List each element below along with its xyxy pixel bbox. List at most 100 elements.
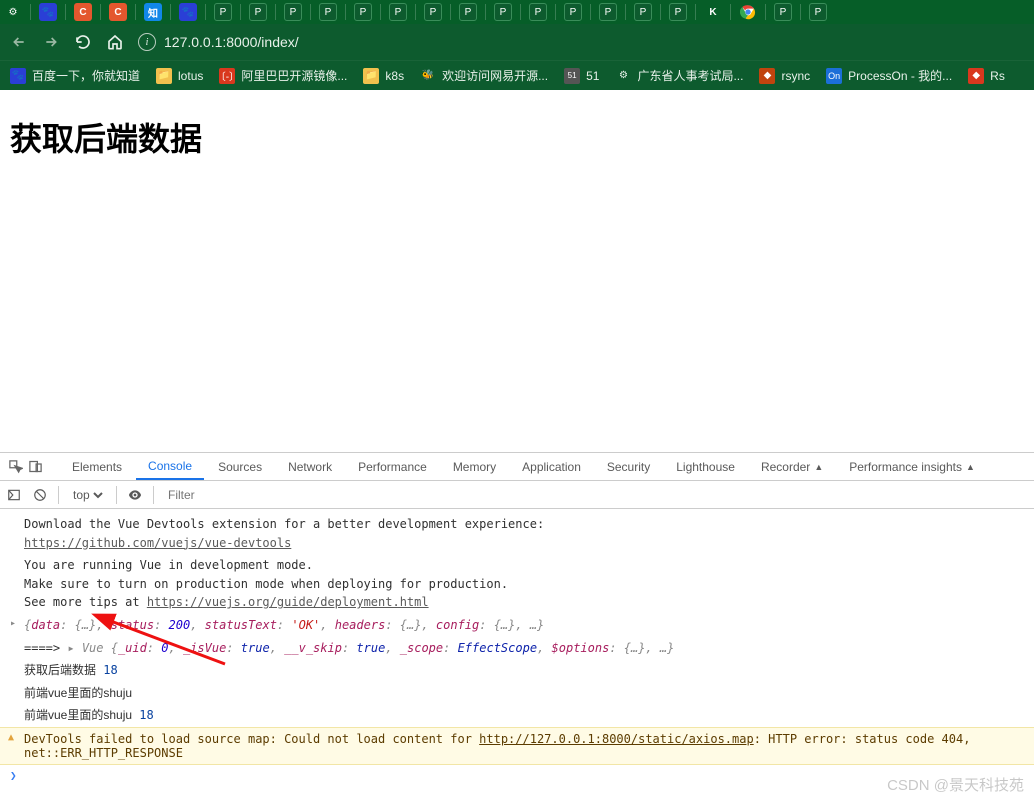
bookmark-k8s[interactable]: 📁k8s xyxy=(363,68,404,84)
console-link[interactable]: http://127.0.0.1:8000/static/axios.map xyxy=(479,732,754,746)
window-tab-strip: ⚙ 🐾 C C 知 🐾 P P P P P P P P P P P P P P … xyxy=(0,0,1034,24)
tab-performance[interactable]: Performance xyxy=(346,454,439,480)
toggle-sidebar-icon[interactable] xyxy=(6,487,22,503)
back-button[interactable] xyxy=(10,33,28,51)
console-message: Download the Vue Devtools extension for … xyxy=(0,513,1034,554)
bookmark-label: Rs xyxy=(990,69,1005,83)
bookmark-netease[interactable]: 🐝欢迎访问网易开源... xyxy=(420,67,548,84)
tab-lighthouse[interactable]: Lighthouse xyxy=(664,454,747,480)
home-button[interactable] xyxy=(106,33,124,51)
divider xyxy=(100,4,101,20)
page-content: 获取后端数据 xyxy=(0,90,1034,452)
tab-security[interactable]: Security xyxy=(595,454,662,480)
context-selector[interactable]: top xyxy=(69,487,106,503)
k-icon[interactable]: K xyxy=(704,3,722,21)
page-heading: 获取后端数据 xyxy=(10,114,1024,160)
divider xyxy=(380,4,381,20)
divider xyxy=(170,4,171,20)
site-info-icon[interactable]: i xyxy=(138,33,156,51)
pycharm-icon[interactable]: P xyxy=(774,3,792,21)
folder-icon: 📁 xyxy=(156,68,172,84)
watermark-text: CSDN @景天科技苑 xyxy=(887,774,1024,795)
bookmarks-bar: 🐾百度一下，你就知道 📁 lotus 〔-〕阿里巴巴开源镜像... 📁k8s 🐝欢… xyxy=(0,60,1034,90)
device-toolbar-icon[interactable] xyxy=(26,458,44,476)
baidu-icon[interactable]: 🐾 xyxy=(179,3,197,21)
console-output: Download the Vue Devtools extension for … xyxy=(0,509,1034,788)
tab-application[interactable]: Application xyxy=(510,454,593,480)
divider xyxy=(590,4,591,20)
live-expression-icon[interactable] xyxy=(127,487,143,503)
tab-perf-insights[interactable]: Performance insights▲ xyxy=(837,454,987,480)
forward-button[interactable] xyxy=(42,33,60,51)
baidu-icon: 🐾 xyxy=(10,68,26,84)
tab-memory[interactable]: Memory xyxy=(441,454,508,480)
tab-recorder[interactable]: Recorder▲ xyxy=(749,454,835,480)
bookmark-label: 广东省人事考试局... xyxy=(637,67,743,84)
pycharm-icon[interactable]: P xyxy=(599,3,617,21)
zhihu-icon[interactable]: 知 xyxy=(144,3,162,21)
bookmark-rs[interactable]: ◆Rs xyxy=(968,68,1005,84)
tab-console[interactable]: Console xyxy=(136,454,204,480)
divider xyxy=(800,4,801,20)
bookmark-processon[interactable]: OnProcessOn - 我的... xyxy=(826,67,952,84)
bookmark-label: 阿里巴巴开源镜像... xyxy=(241,67,347,84)
divider xyxy=(58,486,59,504)
tab-network[interactable]: Network xyxy=(276,454,344,480)
pycharm-icon[interactable]: P xyxy=(249,3,267,21)
pycharm-icon[interactable]: P xyxy=(424,3,442,21)
divider xyxy=(520,4,521,20)
pycharm-icon[interactable]: P xyxy=(564,3,582,21)
pycharm-icon[interactable]: P xyxy=(319,3,337,21)
divider xyxy=(450,4,451,20)
beta-icon: ▲ xyxy=(814,462,823,472)
tab-sources[interactable]: Sources xyxy=(206,454,274,480)
pycharm-icon[interactable]: P xyxy=(529,3,547,21)
console-object[interactable]: ====> ▸ Vue {_uid: 0, _isVue: true, __v_… xyxy=(0,637,1034,660)
divider xyxy=(765,4,766,20)
pycharm-icon[interactable]: P xyxy=(669,3,687,21)
bookmark-lotus[interactable]: 📁 lotus xyxy=(156,68,203,84)
inspect-element-icon[interactable] xyxy=(6,458,24,476)
csdn-icon[interactable]: C xyxy=(74,3,92,21)
pycharm-icon[interactable]: P xyxy=(494,3,512,21)
divider xyxy=(116,486,117,504)
pycharm-icon[interactable]: P xyxy=(459,3,477,21)
pycharm-icon[interactable]: P xyxy=(354,3,372,21)
divider xyxy=(555,4,556,20)
divider xyxy=(730,4,731,20)
divider xyxy=(240,4,241,20)
address-bar[interactable]: i 127.0.0.1:8000/index/ xyxy=(138,33,299,51)
console-log: 获取后端数据 18 xyxy=(0,659,1034,682)
bookmark-aliyun[interactable]: 〔-〕阿里巴巴开源镜像... xyxy=(219,67,347,84)
pycharm-icon[interactable]: P xyxy=(809,3,827,21)
divider xyxy=(205,4,206,20)
browser-nav-bar: i 127.0.0.1:8000/index/ xyxy=(0,24,1034,60)
chrome-icon[interactable] xyxy=(739,3,757,21)
url-text: 127.0.0.1:8000/index/ xyxy=(164,34,299,50)
clear-console-icon[interactable] xyxy=(32,487,48,503)
folder-icon: 📁 xyxy=(363,68,379,84)
rsync-icon: ◆ xyxy=(759,68,775,84)
csdn-icon[interactable]: C xyxy=(109,3,127,21)
filter-input[interactable] xyxy=(164,486,364,504)
bee-icon: 🐝 xyxy=(420,68,436,84)
pycharm-icon[interactable]: P xyxy=(634,3,652,21)
tab-elements[interactable]: Elements xyxy=(60,454,134,480)
pycharm-icon[interactable]: P xyxy=(284,3,302,21)
bookmark-baidu[interactable]: 🐾百度一下，你就知道 xyxy=(10,67,140,84)
console-link[interactable]: https://vuejs.org/guide/deployment.html xyxy=(147,595,429,609)
bookmark-rsync[interactable]: ◆rsync xyxy=(759,68,810,84)
bookmark-51[interactable]: 5151 xyxy=(564,68,599,84)
divider xyxy=(275,4,276,20)
divider xyxy=(625,4,626,20)
pycharm-icon[interactable]: P xyxy=(214,3,232,21)
reload-button[interactable] xyxy=(74,33,92,51)
console-prompt[interactable] xyxy=(0,765,1034,788)
baidu-icon[interactable]: 🐾 xyxy=(39,3,57,21)
settings-icon[interactable]: ⚙ xyxy=(4,3,22,21)
pycharm-icon[interactable]: P xyxy=(389,3,407,21)
bookmark-label: lotus xyxy=(178,69,203,83)
bookmark-guangdong[interactable]: ⚙广东省人事考试局... xyxy=(615,67,743,84)
console-object[interactable]: {data: {…}, status: 200, statusText: 'OK… xyxy=(0,614,1034,637)
console-link[interactable]: https://github.com/vuejs/vue-devtools xyxy=(24,536,291,550)
